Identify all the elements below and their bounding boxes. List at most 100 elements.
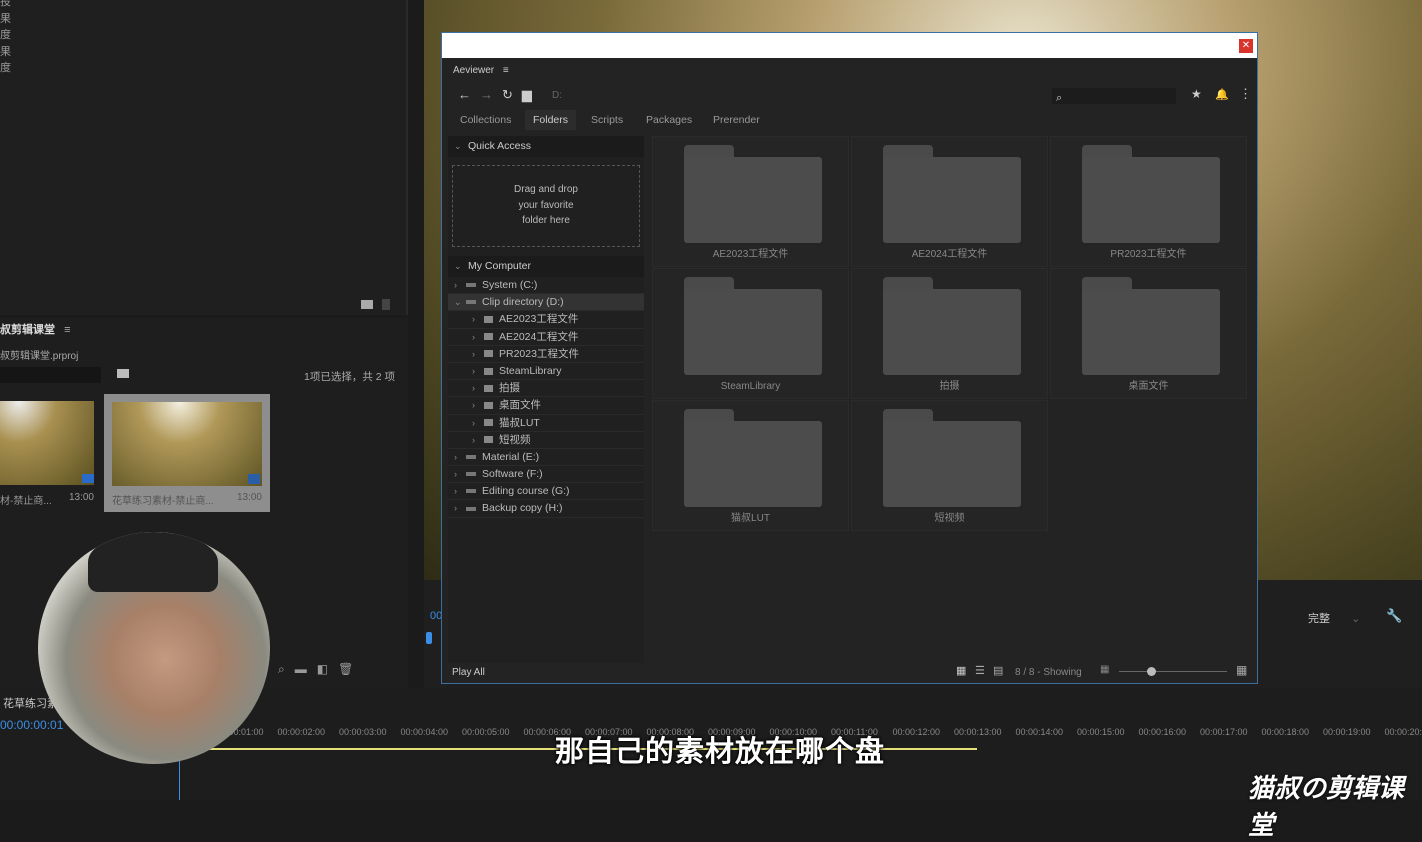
- folder-tree-item[interactable]: ›AE2023工程文件: [448, 311, 644, 328]
- folder-tree-item[interactable]: ›SteamLibrary: [448, 363, 644, 380]
- drive-item[interactable]: ›Backup copy (H:): [448, 500, 644, 517]
- folder-tile[interactable]: 猫叔LUT: [652, 400, 849, 531]
- drive-icon: [466, 472, 476, 476]
- chevron-right-icon: ›: [454, 277, 457, 294]
- effects-list: 投 果 度 果 度: [0, 0, 406, 77]
- menu-icon[interactable]: ≡: [503, 65, 509, 76]
- clip-thumbnail[interactable]: 材-禁止商...13:00: [0, 396, 100, 508]
- quick-access-dropzone[interactable]: Drag and dropyour favoritefolder here: [452, 165, 640, 247]
- folder-tile[interactable]: SteamLibrary: [652, 268, 849, 399]
- effect-item[interactable]: 果: [0, 44, 406, 61]
- folder-icon[interactable]: ▬: [295, 662, 307, 676]
- zoom-icon[interactable]: ⌕: [278, 662, 285, 676]
- new-bin-icon[interactable]: [361, 300, 373, 309]
- folder-tree-item[interactable]: ›猫叔LUT: [448, 415, 644, 432]
- folder-icon: [1082, 277, 1220, 375]
- folder-icon: [883, 145, 1021, 243]
- back-icon[interactable]: ←: [458, 87, 480, 102]
- quick-access-header[interactable]: ⌄Quick Access: [448, 136, 644, 157]
- folder-icon[interactable]: ▆: [522, 87, 541, 102]
- effect-item[interactable]: 投: [0, 0, 406, 11]
- slider-handle[interactable]: [1147, 667, 1156, 676]
- drive-item[interactable]: ›Software (F:): [448, 466, 644, 483]
- drive-icon: [466, 507, 476, 511]
- folder-icon: [484, 350, 493, 357]
- folder-tree-item[interactable]: ›短视频: [448, 432, 644, 449]
- list-view-icon[interactable]: ☰: [975, 664, 985, 677]
- folder-tree-item[interactable]: ›桌面文件: [448, 397, 644, 414]
- project-file: 叔剪辑课堂.prproj: [0, 347, 78, 362]
- aeviewer-window: ✕ Aeviewer ≡ ←→↻▆ D: ⌕ ★ 🔔 ⋮ Collections…: [441, 32, 1258, 684]
- tab-packages[interactable]: Packages: [638, 110, 700, 130]
- more-icon[interactable]: ⋮: [1239, 86, 1252, 102]
- effect-item[interactable]: 度: [0, 60, 406, 77]
- folder-tile[interactable]: AE2023工程文件: [652, 136, 849, 267]
- folder-grid: AE2023工程文件AE2024工程文件PR2023工程文件 SteamLibra…: [652, 136, 1252, 663]
- path-field[interactable]: D:: [552, 90, 562, 101]
- tab-prerender[interactable]: Prerender: [705, 110, 768, 130]
- chevron-right-icon: ›: [454, 449, 457, 466]
- search-input[interactable]: ⌕: [1052, 88, 1176, 104]
- folder-tile[interactable]: 桌面文件: [1050, 268, 1247, 399]
- folder-tree-item[interactable]: ›PR2023工程文件: [448, 346, 644, 363]
- presenter-webcam: [38, 532, 270, 764]
- chevron-right-icon: ›: [472, 380, 475, 397]
- tab-scripts[interactable]: Scripts: [583, 110, 631, 130]
- tab-collections[interactable]: Collections: [452, 110, 519, 130]
- folder-icon: [484, 368, 493, 375]
- bell-icon[interactable]: 🔔: [1215, 88, 1229, 101]
- folder-tree-item[interactable]: ›拍摄: [448, 380, 644, 397]
- folder-tree-item[interactable]: ›AE2024工程文件: [448, 329, 644, 346]
- folder-tile[interactable]: 拍摄: [851, 268, 1048, 399]
- detail-view-icon[interactable]: ▤: [993, 664, 1003, 677]
- new-item-icon[interactable]: ◧: [317, 662, 328, 676]
- close-icon[interactable]: ✕: [1239, 39, 1253, 53]
- effect-item[interactable]: 度: [0, 27, 406, 44]
- trash-icon[interactable]: [382, 299, 390, 310]
- folder-name: AE2024工程文件: [852, 245, 1047, 260]
- clip-thumbnail-selected[interactable]: 花草练习素材-禁止商...13:00: [104, 394, 270, 512]
- drive-item[interactable]: ›Material (E:): [448, 449, 644, 466]
- find-icon[interactable]: [117, 369, 129, 378]
- chevron-right-icon: ›: [454, 500, 457, 517]
- grid-view-icon[interactable]: ▦: [956, 664, 966, 677]
- star-icon[interactable]: ★: [1191, 87, 1202, 101]
- refresh-icon[interactable]: ↻: [502, 87, 522, 102]
- search-input[interactable]: [0, 367, 101, 383]
- forward-icon[interactable]: →: [480, 87, 502, 102]
- effect-item[interactable]: 果: [0, 11, 406, 28]
- subtitle-caption: 那自己的素材放在哪个盘: [555, 728, 885, 770]
- ruler-tick-label: 00:00:17:00: [1200, 727, 1248, 737]
- chevron-right-icon: ›: [472, 432, 475, 449]
- quality-select[interactable]: 完整 ⌄: [1308, 610, 1360, 626]
- folder-icon: [484, 402, 493, 409]
- wrench-icon[interactable]: 🔧: [1386, 608, 1402, 624]
- ruler-tick-label: 00:00:02:00: [278, 727, 326, 737]
- large-thumb-icon: ▦: [1236, 663, 1247, 677]
- drive-item[interactable]: ⌄Clip directory (D:): [448, 294, 644, 311]
- folder-tile[interactable]: 短视频: [851, 400, 1048, 531]
- trash-icon[interactable]: 🗑: [338, 662, 353, 676]
- menu-icon[interactable]: ≡: [64, 324, 70, 336]
- chevron-right-icon: ›: [472, 415, 475, 432]
- watermark-logo: 猫叔の剪辑课堂: [1248, 768, 1422, 842]
- folder-icon: [883, 277, 1021, 375]
- clip-name: 花草练习素材-禁止商...: [112, 496, 214, 507]
- my-computer-header[interactable]: ⌄My Computer: [448, 256, 644, 277]
- folder-tile[interactable]: AE2024工程文件: [851, 136, 1048, 267]
- tab-folders[interactable]: Folders: [525, 110, 576, 130]
- drive-item[interactable]: ›Editing course (G:): [448, 483, 644, 500]
- folder-icon: [484, 419, 493, 426]
- folder-icon: [484, 436, 493, 443]
- drive-item[interactable]: ›System (C:): [448, 277, 644, 294]
- playhead-marker[interactable]: [426, 632, 432, 644]
- folder-icon: [684, 277, 822, 375]
- window-titlebar[interactable]: ✕: [442, 33, 1257, 58]
- play-all-button[interactable]: Play All: [452, 667, 485, 678]
- timeline-timecode[interactable]: 00:00:00:01: [0, 718, 63, 732]
- thumbnail-size-slider[interactable]: [1119, 671, 1227, 672]
- ruler-tick-label: 00:00:18:00: [1262, 727, 1310, 737]
- folder-tile[interactable]: PR2023工程文件: [1050, 136, 1247, 267]
- ruler-tick-label: 00:00:13:00: [954, 727, 1002, 737]
- project-panel-title[interactable]: 叔剪辑课堂: [0, 324, 55, 336]
